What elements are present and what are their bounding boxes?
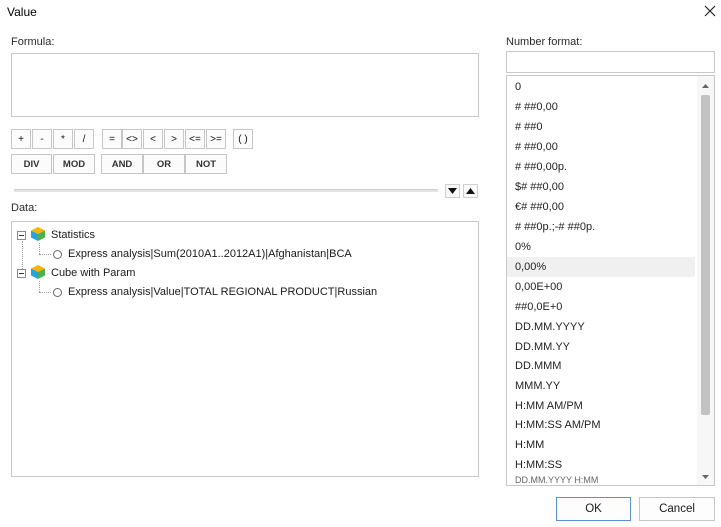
format-item[interactable]: # ##0р.;-# ##0р. <box>507 217 695 237</box>
format-item[interactable]: DD.MMM <box>507 356 695 376</box>
format-item-selected[interactable]: 0,00% <box>507 257 695 277</box>
splitter-bar[interactable] <box>14 189 438 192</box>
op-not-button[interactable]: NOT <box>185 154 227 174</box>
format-item[interactable]: H:MM:SS AM/PM <box>507 415 695 435</box>
collapse-toggle-cube-with-param[interactable] <box>17 269 26 278</box>
format-item[interactable]: MMM.YY <box>507 376 695 396</box>
scroll-up-button[interactable] <box>699 80 711 92</box>
op-minus-button[interactable]: - <box>32 129 52 149</box>
format-item[interactable]: €# ##0,00 <box>507 197 695 217</box>
op-divide-button[interactable]: / <box>74 129 94 149</box>
format-item[interactable]: H:MM:SS <box>507 455 695 475</box>
tree-line <box>39 243 40 254</box>
op-parentheses-button[interactable]: ( ) <box>233 129 253 149</box>
op-greater-button[interactable]: > <box>164 129 184 149</box>
tree-line <box>22 241 23 271</box>
format-item-partial[interactable]: DD.MM.YYYY H:MM <box>507 475 695 485</box>
cube-icon <box>31 227 45 241</box>
format-item[interactable]: DD.MM.YYYY <box>507 317 695 337</box>
op-plus-button[interactable]: + <box>11 129 31 149</box>
scroll-up-icon <box>701 84 709 88</box>
format-item[interactable]: 0 <box>507 77 695 97</box>
number-format-input[interactable] <box>506 51 715 73</box>
radio-icon[interactable] <box>53 250 62 259</box>
formula-input[interactable] <box>11 53 479 117</box>
close-icon <box>704 5 716 17</box>
collapse-toggle-statistics[interactable] <box>17 231 26 240</box>
formula-label: Formula: <box>11 36 55 48</box>
op-multiply-button[interactable]: * <box>53 129 73 149</box>
tree-line <box>39 281 40 292</box>
format-item[interactable]: # ##0,00 <box>507 97 695 117</box>
tree-line <box>39 254 51 255</box>
number-format-value <box>507 52 714 60</box>
format-item[interactable]: 0% <box>507 237 695 257</box>
cancel-button[interactable]: Cancel <box>639 497 715 521</box>
format-item[interactable]: # ##0,00р. <box>507 157 695 177</box>
op-greater-equal-button[interactable]: >= <box>206 129 226 149</box>
ok-button[interactable]: OK <box>556 497 631 521</box>
op-div-button[interactable]: DIV <box>11 154 52 174</box>
tree-line <box>39 292 51 293</box>
op-less-button[interactable]: < <box>143 129 163 149</box>
op-less-equal-button[interactable]: <= <box>185 129 205 149</box>
format-item[interactable]: 0,00E+00 <box>507 277 695 297</box>
format-item[interactable]: H:MM <box>507 435 695 455</box>
format-item[interactable]: DD.MM.YY <box>507 337 695 357</box>
scroll-down-button[interactable] <box>699 471 711 483</box>
tree-leaf-cube-with-param-item[interactable]: Express analysis|Value|TOTAL REGIONAL PR… <box>68 283 377 301</box>
format-item[interactable]: $# ##0,00 <box>507 177 695 197</box>
tree-node-statistics[interactable]: Statistics <box>51 226 95 244</box>
format-item[interactable]: # ##0 <box>507 117 695 137</box>
format-item[interactable]: ##0,0E+0 <box>507 297 695 317</box>
formula-value <box>12 54 478 60</box>
op-mod-button[interactable]: MOD <box>53 154 95 174</box>
op-or-button[interactable]: OR <box>143 154 185 174</box>
triangle-down-icon <box>448 188 457 194</box>
format-item[interactable]: # ##0,00 <box>507 137 695 157</box>
close-button[interactable] <box>700 1 720 21</box>
op-and-button[interactable]: AND <box>101 154 143 174</box>
collapse-down-button[interactable] <box>445 184 460 198</box>
cube-icon <box>31 265 45 279</box>
triangle-up-icon <box>466 188 475 194</box>
tree-leaf-statistics-item[interactable]: Express analysis|Sum(2010A1..2012A1)|Afg… <box>68 245 352 263</box>
op-equal-button[interactable]: = <box>102 129 122 149</box>
data-label: Data: <box>11 202 38 214</box>
radio-icon[interactable] <box>53 288 62 297</box>
op-not-equal-button[interactable]: <> <box>122 129 142 149</box>
collapse-up-button[interactable] <box>463 184 478 198</box>
format-item[interactable]: H:MM AM/PM <box>507 396 695 416</box>
dialog-title: Value <box>7 5 37 19</box>
number-format-label: Number format: <box>506 36 583 48</box>
scrollbar-thumb[interactable] <box>701 95 710 415</box>
tree-node-cube-with-param[interactable]: Cube with Param <box>51 264 135 282</box>
scroll-down-icon <box>701 475 709 479</box>
